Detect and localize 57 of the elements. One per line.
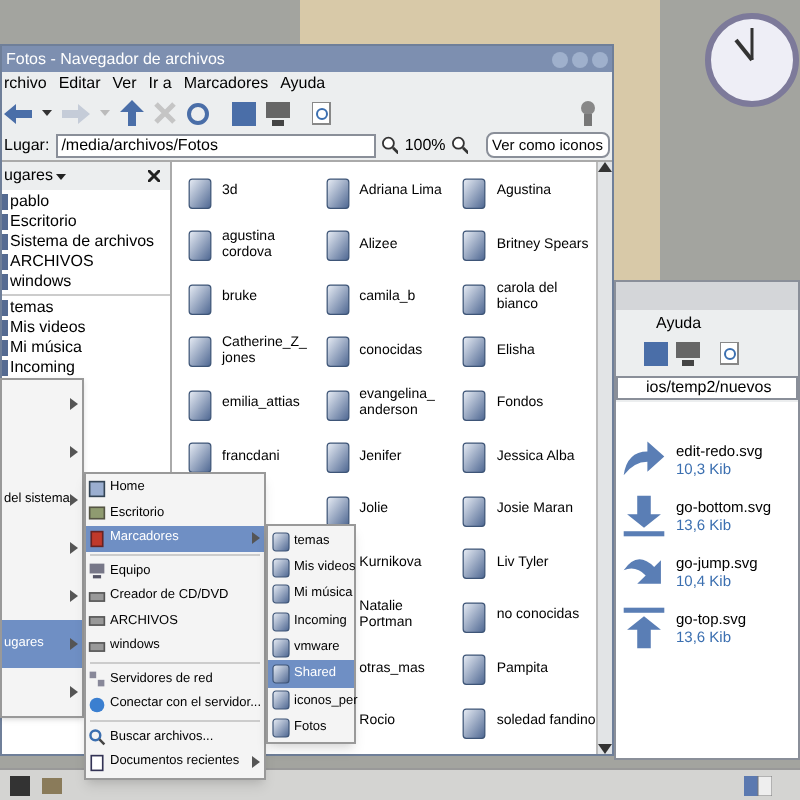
submenu-arrow-icon bbox=[70, 542, 78, 554]
sidebar-item[interactable]: ARCHIVOS bbox=[2, 252, 170, 272]
computer-icon bbox=[88, 562, 106, 581]
dropdown-caret-icon[interactable] bbox=[42, 110, 52, 116]
dropdown-caret-icon[interactable] bbox=[56, 173, 67, 179]
sidebar-item[interactable]: Mi música bbox=[2, 338, 170, 358]
image-icon[interactable] bbox=[232, 101, 256, 125]
location-field[interactable]: /media/archivos/Fotos bbox=[55, 133, 377, 157]
up-arrow-bar-icon bbox=[620, 606, 668, 650]
menu-item[interactable]: Editar bbox=[58, 72, 101, 96]
desktop-icon bbox=[88, 504, 106, 523]
search-icon bbox=[88, 728, 106, 747]
scroll-down-icon[interactable] bbox=[598, 744, 612, 754]
zoom-in-icon[interactable] bbox=[451, 136, 468, 154]
back-arrow-icon[interactable] bbox=[4, 101, 32, 125]
submenu-arrow-icon bbox=[70, 494, 78, 506]
close-icon[interactable] bbox=[148, 170, 160, 182]
sidebar-item[interactable]: pablo bbox=[2, 192, 170, 212]
book-icon bbox=[88, 529, 106, 548]
sidebar-item[interactable]: Incoming bbox=[2, 358, 170, 378]
clock-icon bbox=[704, 12, 800, 108]
pager-icon[interactable] bbox=[744, 775, 772, 795]
sidebar-item[interactable]: Sistema de archivos bbox=[2, 232, 170, 252]
window-title: Fotos - Navegador de archivos bbox=[6, 47, 225, 71]
submenu-arrow-icon bbox=[70, 398, 78, 410]
up-arrow-icon[interactable] bbox=[120, 100, 144, 126]
submenu-arrow-icon bbox=[70, 686, 78, 698]
scrollbar[interactable] bbox=[596, 162, 612, 754]
submenu-arrow-icon bbox=[70, 590, 78, 602]
home-icon bbox=[88, 479, 106, 498]
submenu-arrow-icon bbox=[70, 446, 78, 458]
menu-item[interactable]: Marcadores bbox=[183, 72, 269, 96]
down-arrow-bar-icon bbox=[620, 494, 668, 538]
sidebar-item[interactable]: Mis videos bbox=[2, 318, 170, 338]
sidebar-item[interactable]: Escritorio bbox=[2, 212, 170, 232]
computer-icon[interactable] bbox=[676, 342, 700, 366]
search-icon[interactable] bbox=[720, 342, 742, 366]
menu-item[interactable]: rchivo bbox=[4, 72, 47, 96]
sidebar-item[interactable]: windows bbox=[2, 272, 170, 292]
scroll-up-icon[interactable] bbox=[598, 162, 612, 172]
network-icon bbox=[88, 670, 106, 689]
terminal-icon[interactable] bbox=[8, 773, 32, 797]
throbber-icon bbox=[578, 100, 598, 126]
globe-icon bbox=[88, 695, 106, 714]
sidebar-item[interactable]: temas bbox=[2, 298, 170, 318]
menu-item[interactable]: Ir a bbox=[148, 72, 172, 96]
window-icon[interactable] bbox=[40, 773, 64, 797]
search-icon[interactable] bbox=[312, 101, 334, 125]
zoom-out-icon[interactable] bbox=[382, 136, 399, 154]
submenu-arrow-icon bbox=[70, 638, 78, 650]
location-label: Lugar: bbox=[4, 133, 50, 157]
computer-icon[interactable] bbox=[266, 101, 290, 125]
menu-item[interactable]: Ver bbox=[112, 72, 137, 96]
reload-icon[interactable] bbox=[186, 101, 210, 125]
location-field[interactable]: ios/temp2/nuevos bbox=[616, 375, 798, 399]
zoom-level: 100% bbox=[404, 133, 446, 157]
menu-item[interactable]: Ayuda bbox=[280, 72, 326, 96]
